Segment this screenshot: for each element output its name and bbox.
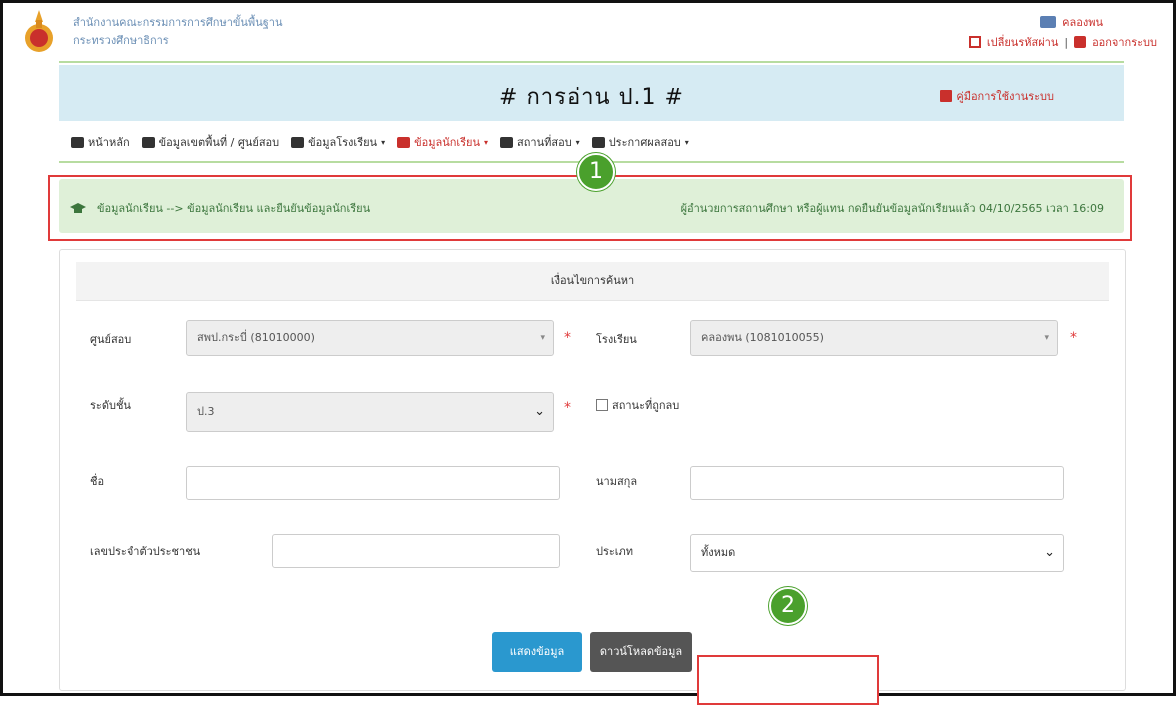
deleted-status-checkbox[interactable]: สถานะที่ถูกลบ — [596, 396, 679, 414]
type-select[interactable]: ทั้งหมด ⌄ — [690, 534, 1064, 572]
firstname-input[interactable] — [186, 466, 560, 500]
search-panel: เงื่อนไขการค้นหา ศูนย์สอบ สพป.กระบี่ (81… — [59, 249, 1126, 691]
id-card-icon — [1040, 16, 1057, 28]
required-mark: * — [1070, 330, 1077, 346]
briefcase-icon — [291, 136, 305, 148]
checkbox-box[interactable] — [596, 399, 608, 411]
panel-title: เงื่อนไขการค้นหา — [76, 262, 1109, 301]
chevron-down-icon: ▾ — [1044, 333, 1049, 343]
user-account[interactable]: คลองพน — [1040, 13, 1103, 31]
download-data-button[interactable]: ดาวน์โหลดข้อมูล — [590, 632, 692, 672]
nav-venue-label[interactable]: สถานที่สอบ — [517, 133, 572, 151]
obec-logo — [25, 10, 53, 52]
chevron-down-icon: ⌄ — [534, 404, 545, 419]
lastname-input[interactable] — [690, 466, 1064, 500]
level-label: ระดับชั้น — [90, 399, 131, 412]
idcard-label: เลขประจำตัวประชาชน — [90, 545, 201, 558]
nav-item-results[interactable]: ประกาศผลสอบ ▾ — [591, 133, 689, 151]
firstname-label: ชื่อ — [90, 475, 105, 488]
center-label: ศูนย์สอบ — [90, 333, 132, 346]
book-icon — [940, 90, 953, 102]
required-mark: * — [564, 330, 571, 346]
nav-school-label[interactable]: ข้อมูลโรงเรียน — [308, 133, 377, 151]
nav-item-school[interactable]: ข้อมูลโรงเรียน ▾ — [291, 133, 385, 151]
link-separator: | — [1064, 35, 1069, 49]
nav-item-home[interactable]: หน้าหลัก — [71, 133, 130, 151]
nav-home-label[interactable]: หน้าหลัก — [88, 133, 130, 151]
center-select[interactable]: สพป.กระบี่ (81010000) ▾ — [186, 320, 554, 356]
school-select[interactable]: คลองพน (1081010055) ▾ — [690, 320, 1058, 356]
window-frame: สำนักงานคณะกรรมการการศึกษาขั้นพื้นฐาน กร… — [0, 0, 1176, 705]
manual-link[interactable]: คู่มือการใช้งานระบบ — [940, 87, 1054, 105]
nav-item-area[interactable]: ข้อมูลเขตพื้นที่ / ศูนย์สอบ — [141, 133, 280, 151]
account-links: เปลี่ยนรหัสผ่าน | ออกจากระบบ — [968, 33, 1157, 51]
school-label: โรงเรียน — [596, 333, 637, 346]
deleted-status-label: สถานะที่ถูกลบ — [612, 399, 680, 412]
logout-link[interactable]: ออกจากระบบ — [1092, 33, 1157, 51]
nav-item-student[interactable]: ข้อมูลนักเรียน ▾ — [397, 133, 488, 151]
chevron-down-icon: ▾ — [575, 137, 580, 147]
level-select-value: ป.3 — [197, 405, 215, 418]
highlight-box-2 — [697, 655, 879, 705]
ministry-name: กระทรวงศึกษาธิการ — [73, 34, 169, 47]
change-password-link[interactable]: เปลี่ยนรหัสผ่าน — [987, 33, 1058, 51]
title-banner: # การอ่าน ป.1 # คู่มือการใช้งานระบบ — [59, 65, 1124, 121]
type-select-value: ทั้งหมด — [701, 546, 736, 559]
chevron-down-icon: ▾ — [684, 137, 689, 147]
bullhorn-icon — [591, 136, 605, 148]
graduation-cap-icon — [397, 136, 411, 148]
step-marker-1: 1 — [577, 153, 615, 191]
bank-icon — [141, 136, 155, 148]
main-nav: หน้าหลัก ข้อมูลเขตพื้นที่ / ศูนย์สอบ ข้อ… — [71, 133, 689, 151]
home-icon — [71, 136, 84, 148]
step-marker-2: 2 — [769, 587, 807, 625]
show-data-button[interactable]: แสดงข้อมูล — [492, 632, 582, 672]
user-name[interactable]: คลองพน — [1062, 13, 1103, 31]
level-select[interactable]: ป.3 ⌄ — [186, 392, 554, 432]
chevron-down-icon: ▾ — [540, 333, 545, 343]
table-icon — [500, 136, 514, 148]
chevron-down-icon: ▾ — [484, 137, 489, 147]
center-select-value: สพป.กระบี่ (81010000) — [197, 331, 315, 344]
manual-label[interactable]: คู่มือการใช้งานระบบ — [956, 87, 1054, 105]
logout-icon — [1074, 36, 1087, 48]
chevron-down-icon: ▾ — [381, 137, 386, 147]
edit-icon — [968, 36, 981, 48]
type-label: ประเภท — [596, 545, 634, 558]
school-select-value: คลองพน (1081010055) — [701, 331, 824, 344]
required-mark: * — [564, 400, 571, 416]
chevron-down-icon: ⌄ — [1044, 545, 1055, 560]
idcard-input[interactable] — [272, 534, 560, 568]
header-divider — [59, 61, 1124, 63]
nav-item-venue[interactable]: สถานที่สอบ ▾ — [500, 133, 580, 151]
lastname-label: นามสกุล — [596, 475, 638, 488]
org-name: สำนักงานคณะกรรมการการศึกษาขั้นพื้นฐาน — [73, 16, 283, 29]
nav-student-label[interactable]: ข้อมูลนักเรียน — [414, 133, 480, 151]
nav-results-label[interactable]: ประกาศผลสอบ — [609, 133, 681, 151]
nav-area-label[interactable]: ข้อมูลเขตพื้นที่ / ศูนย์สอบ — [159, 133, 280, 151]
